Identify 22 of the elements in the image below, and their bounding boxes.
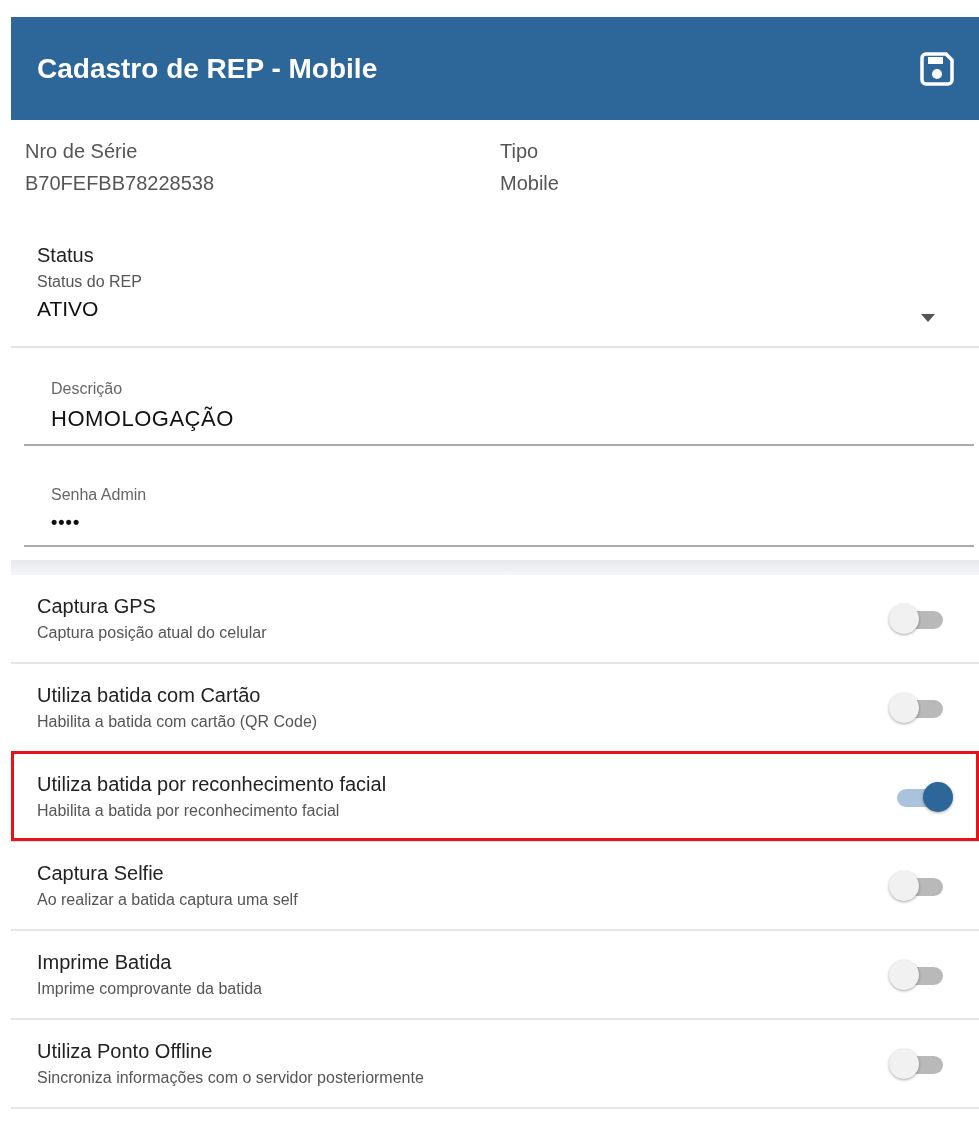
setting-title: Captura GPS [37, 595, 156, 618]
status-dropdown[interactable]: Status do REP ATIVO [37, 273, 979, 321]
setting-title: Imprime Batida [37, 951, 172, 974]
field-value: Mobile [500, 172, 559, 195]
setting-title: Captura Selfie [37, 862, 164, 885]
setting-description: Sincroniza informações com o servidor posteriormente [37, 1069, 424, 1087]
setting-title: Utiliza batida por reconhecimento facial [37, 773, 387, 796]
setting-description: Captura posição atual do celular [37, 624, 267, 642]
setting-description: Habilita a batida por reconhecimento facial [37, 802, 340, 820]
input-field[interactable]: Descrição HOMOLOGAÇÃO [24, 380, 974, 446]
section-title: Status [37, 244, 94, 267]
field-label: Nro de Série [25, 140, 138, 163]
setting-title: Utiliza batida com Cartão [37, 684, 261, 707]
password-field[interactable]: Senha Admin •••• [24, 486, 974, 547]
dropdown-caret-icon [921, 314, 935, 322]
field-value: B70FEFBB78228538 [25, 172, 215, 195]
window-title: Cadastro de REP - Mobile [37, 52, 378, 85]
setting-description: Imprime comprovante da batida [37, 980, 262, 998]
setting-title: Utiliza Ponto Offline [37, 1040, 213, 1063]
setting-description: Habilita a batida com cartão (QR Code) [37, 713, 318, 731]
setting-description: Ao realizar a batida captura uma self [37, 891, 298, 909]
field-label: Tipo [500, 140, 539, 163]
